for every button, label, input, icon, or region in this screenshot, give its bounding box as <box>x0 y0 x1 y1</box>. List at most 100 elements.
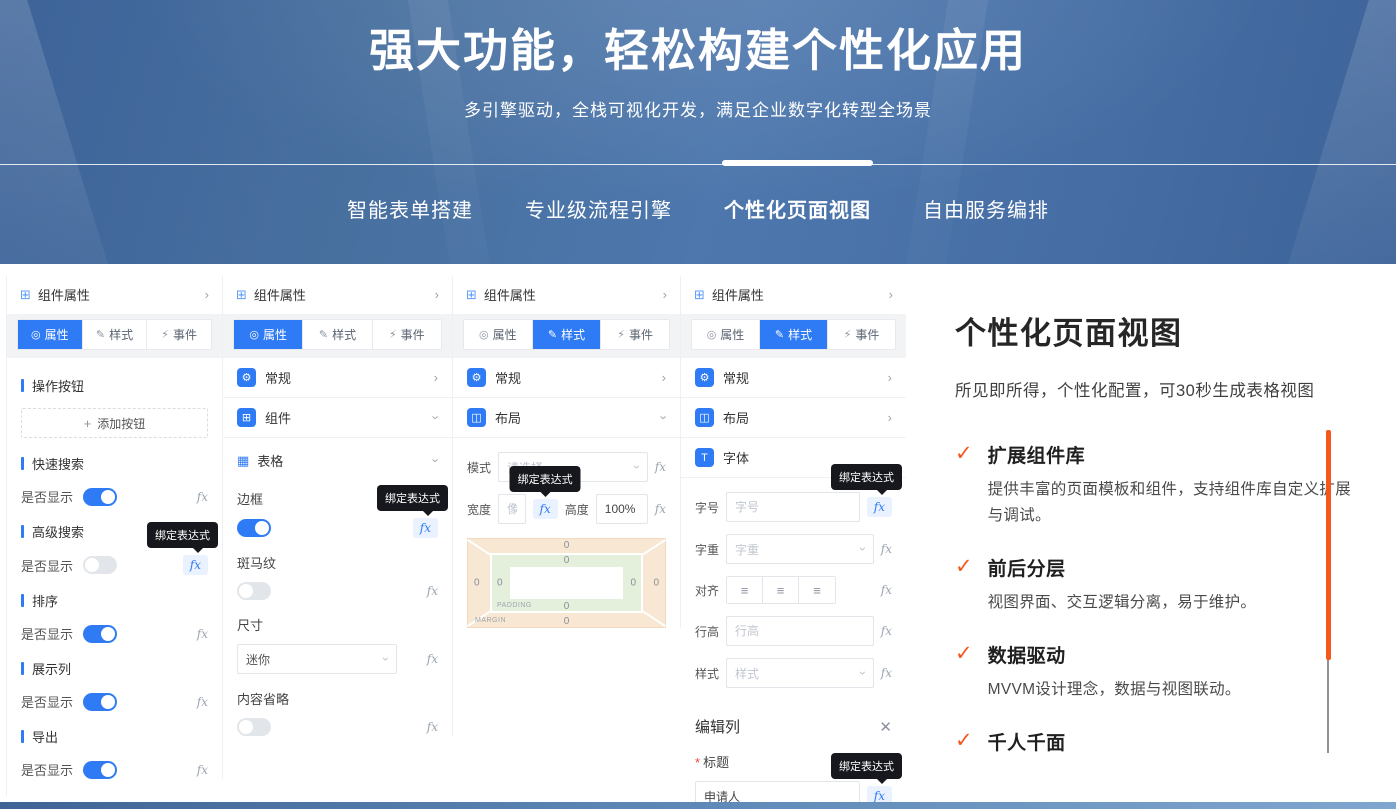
font-weight-select[interactable]: 字重 › <box>726 534 874 564</box>
content-stage: ⊞ 组件属性 › ◎ 属性 ✎ 样式 <box>0 264 1396 809</box>
tab-smart-form[interactable]: 智能表单搭建 <box>347 194 473 223</box>
font-weight-label: 字重 <box>695 541 719 558</box>
margin-right-value[interactable]: 0 <box>653 578 659 589</box>
export-toggle[interactable] <box>83 761 117 779</box>
fx-button[interactable]: fx <box>197 695 208 709</box>
margin-top-value[interactable]: 0 <box>564 540 570 551</box>
sorting-toggle[interactable] <box>83 625 117 643</box>
feature-title: 千人千面 <box>988 728 1272 755</box>
panel-title: 组件属性 <box>712 285 764 304</box>
quick-search-toggle[interactable] <box>83 488 117 506</box>
panel-component-properties-2: ⊞ 组件属性 › ◎ 属性 ✎ 样式 <box>223 276 453 736</box>
edit-column-title: 编辑列 <box>695 716 740 737</box>
collapse-row-layout[interactable]: ◫ 布局 › <box>453 398 680 438</box>
fx-button[interactable]: fx <box>427 584 438 598</box>
chevron-down-icon[interactable]: › <box>428 415 443 419</box>
box-model-diagram: 0 0 0 0 0 0 0 0 MARGIN PADDING <box>467 538 666 628</box>
chevron-down-icon: › <box>379 657 393 661</box>
fx-button[interactable]: fx <box>881 542 892 556</box>
table-subsection[interactable]: ▦ 表格 › <box>223 438 452 472</box>
style-select[interactable]: 样式 › <box>726 658 874 688</box>
padding-left-value[interactable]: 0 <box>497 578 503 589</box>
collapse-panel-icon[interactable]: › <box>663 287 667 302</box>
tab-event[interactable]: ⚡ 事件 <box>828 320 895 349</box>
feature-item: ✓ 数据驱动 MVVM设计理念，数据与视图联动。 <box>955 641 1355 703</box>
tab-style[interactable]: ✎ 样式 <box>303 320 372 349</box>
fx-button[interactable]: fx <box>881 624 892 638</box>
tab-workflow-engine[interactable]: 专业级流程引擎 <box>525 194 672 223</box>
fx-button[interactable]: fx <box>655 502 666 516</box>
display-columns-toggle[interactable] <box>83 693 117 711</box>
line-height-input[interactable] <box>726 616 874 646</box>
fx-button-active[interactable]: fx <box>413 518 438 538</box>
component-icon: ⊞ <box>466 287 477 303</box>
tab-style[interactable]: ✎ 样式 <box>83 320 148 349</box>
margin-bottom-value[interactable]: 0 <box>564 616 570 627</box>
chevron-down-icon[interactable]: › <box>656 415 671 419</box>
scrollbar-track[interactable] <box>1327 660 1329 753</box>
collapse-row-layout[interactable]: ◫ 布局 › <box>681 398 906 438</box>
fx-button-active[interactable]: fx <box>183 555 208 575</box>
padding-right-value[interactable]: 0 <box>630 578 636 589</box>
fx-button[interactable]: fx <box>881 583 892 597</box>
check-icon: ✓ <box>955 641 973 703</box>
padding-top-value[interactable]: 0 <box>564 555 570 566</box>
table-icon: ▦ <box>237 453 249 469</box>
zebra-toggle[interactable] <box>237 582 271 600</box>
chevron-right-icon[interactable]: › <box>888 410 892 425</box>
collapse-row-component[interactable]: ⊞ 组件 › <box>223 398 452 438</box>
tab-style[interactable]: ✎ 样式 <box>760 320 828 349</box>
tab-event[interactable]: ⚡ 事件 <box>373 320 441 349</box>
fx-button[interactable]: fx <box>427 720 438 734</box>
align-right-button[interactable]: ≡ <box>799 577 835 603</box>
align-left-button[interactable]: ≡ <box>727 577 763 603</box>
fx-button-active[interactable]: fx <box>867 497 892 517</box>
tab-properties[interactable]: ◎ 属性 <box>692 320 760 349</box>
fx-button[interactable]: fx <box>197 490 208 504</box>
collapse-row-general[interactable]: ⚙ 常规 › <box>681 358 906 398</box>
align-button-group: ≡ ≡ ≡ <box>726 576 836 604</box>
tab-event[interactable]: ⚡ 事件 <box>601 320 669 349</box>
chevron-down-icon[interactable]: › <box>428 458 443 462</box>
tab-event[interactable]: ⚡ 事件 <box>147 320 211 349</box>
tab-properties[interactable]: ◎ 属性 <box>18 320 83 349</box>
section-display-columns: 展示列 <box>21 659 208 678</box>
fx-button[interactable]: fx <box>881 666 892 680</box>
close-icon[interactable]: ✕ <box>879 718 892 736</box>
width-input[interactable] <box>498 494 526 524</box>
collapse-row-general[interactable]: ⚙ 常规 › <box>453 358 680 398</box>
fx-button[interactable]: fx <box>427 652 438 666</box>
scrollbar-thumb[interactable] <box>1326 430 1331 660</box>
tab-service-orchestration[interactable]: 自由服务编排 <box>923 194 1049 223</box>
collapse-row-general[interactable]: ⚙ 常规 › <box>223 358 452 398</box>
ellipsis-toggle[interactable] <box>237 718 271 736</box>
chevron-right-icon[interactable]: › <box>662 370 666 385</box>
margin-left-value[interactable]: 0 <box>474 578 480 589</box>
collapse-panel-icon[interactable]: › <box>205 287 209 302</box>
hero-separator <box>0 164 1396 165</box>
height-input[interactable] <box>596 494 648 524</box>
font-size-input[interactable] <box>726 492 860 522</box>
fx-button[interactable]: fx <box>197 763 208 777</box>
collapse-panel-icon[interactable]: › <box>435 287 439 302</box>
advanced-search-toggle[interactable] <box>83 556 117 574</box>
padding-bottom-value[interactable]: 0 <box>564 601 570 612</box>
style-icon: ✎ <box>775 328 784 341</box>
collapse-panel-icon[interactable]: › <box>889 287 893 302</box>
border-toggle[interactable] <box>237 519 271 537</box>
tab-style[interactable]: ✎ 样式 <box>533 320 602 349</box>
component-group-icon: ⊞ <box>237 408 256 427</box>
tab-properties[interactable]: ◎ 属性 <box>464 320 533 349</box>
size-select[interactable]: 迷你 › <box>237 644 397 674</box>
component-icon: ⊞ <box>236 287 247 303</box>
add-button[interactable]: + 添加按钮 <box>21 408 208 438</box>
feature-description: 个性化页面视图 所见即所得，个性化配置，可30秒生成表格视图 ✓ 扩展组件库 提… <box>955 308 1355 755</box>
chevron-right-icon[interactable]: › <box>434 370 438 385</box>
fx-button[interactable]: fx <box>655 460 666 474</box>
tab-properties[interactable]: ◎ 属性 <box>234 320 303 349</box>
fx-button-active[interactable]: fx <box>533 499 558 519</box>
tab-personalized-page-view[interactable]: 个性化页面视图 <box>724 194 871 223</box>
chevron-right-icon[interactable]: › <box>888 370 892 385</box>
fx-button[interactable]: fx <box>197 627 208 641</box>
align-center-button[interactable]: ≡ <box>763 577 799 603</box>
